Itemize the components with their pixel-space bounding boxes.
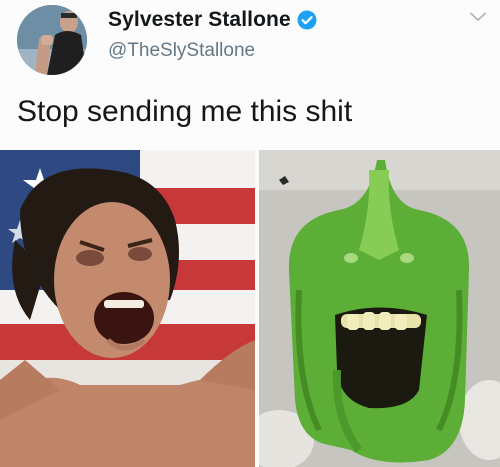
- chevron-down-icon[interactable]: [470, 12, 486, 22]
- photo-screaming-man-flag: [0, 150, 255, 467]
- tweet-text: Stop sending me this shit: [17, 95, 353, 128]
- media-image-left[interactable]: [0, 150, 255, 467]
- photo-green-pepper-face: [259, 150, 500, 467]
- display-name[interactable]: Sylvester Stallone: [108, 8, 291, 32]
- media-image-right[interactable]: [259, 150, 500, 467]
- avatar-photo: [17, 5, 87, 75]
- avatar[interactable]: [17, 5, 87, 75]
- media-grid: [0, 150, 500, 467]
- user-handle[interactable]: @TheSlyStallone: [108, 40, 255, 62]
- name-row: Sylvester Stallone: [108, 8, 317, 32]
- tweet-card: Sylvester Stallone @TheSlyStallone Stop …: [0, 0, 500, 467]
- verified-badge-icon: [297, 10, 317, 30]
